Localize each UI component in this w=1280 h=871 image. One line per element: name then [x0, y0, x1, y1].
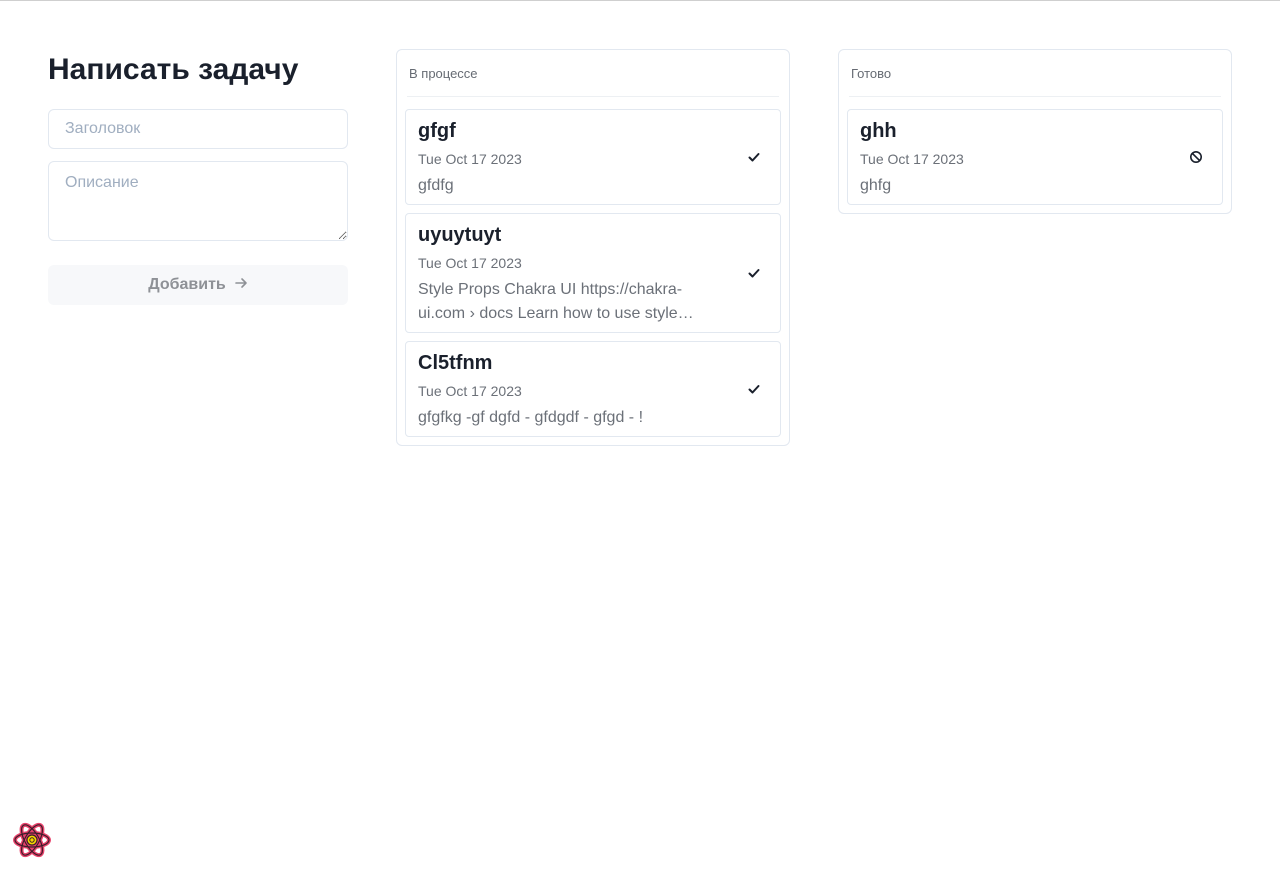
task-card[interactable]: gfgf Tue Oct 17 2023 gfdfg	[405, 109, 781, 205]
check-icon[interactable]	[744, 147, 764, 167]
task-form: Написать задачу Добавить	[48, 50, 348, 305]
task-date: Tue Oct 17 2023	[860, 151, 964, 167]
column-header: Готово	[849, 50, 1221, 97]
task-title: ghh	[860, 120, 897, 142]
title-input[interactable]	[48, 109, 348, 149]
check-icon[interactable]	[744, 263, 764, 283]
task-title: gfgf	[418, 120, 456, 142]
task-description: gfgfkg -gf dgfd - gfdgdf - gfgd - !	[418, 409, 644, 426]
task-card[interactable]: ghh Tue Oct 17 2023 ghfg	[847, 109, 1223, 205]
task-card[interactable]: Cl5tfnm Tue Oct 17 2023 gfgfkg -gf dgfd …	[405, 341, 781, 437]
check-icon[interactable]	[744, 379, 764, 399]
react-devtools-icon[interactable]	[12, 820, 52, 860]
task-title: Cl5tfnm	[418, 352, 493, 374]
column-header: В процессе	[407, 50, 779, 97]
column-done: Готово ghh Tue Oct 17 2023 ghfg	[838, 49, 1232, 214]
task-title: uyuytuyt	[418, 224, 502, 246]
task-description: ghfg	[860, 177, 892, 194]
description-textarea[interactable]	[48, 161, 348, 241]
arrow-right-icon	[234, 276, 248, 295]
column-in-progress: В процессе gfgf Tue Oct 17 2023 gfdfg uy…	[396, 49, 790, 446]
add-button[interactable]: Добавить	[48, 265, 348, 305]
task-description: gfdfg	[418, 177, 454, 194]
task-date: Tue Oct 17 2023	[418, 383, 522, 399]
top-divider	[0, 0, 1280, 1]
form-title: Написать задачу	[48, 53, 299, 86]
add-button-label: Добавить	[148, 276, 226, 293]
task-date: Tue Oct 17 2023	[418, 255, 522, 271]
task-card[interactable]: uyuytuyt Tue Oct 17 2023 Style Props Cha…	[405, 213, 781, 333]
task-description: Style Props Chakra UI https://chakra-ui.…	[418, 281, 694, 322]
block-icon[interactable]	[1186, 147, 1206, 167]
task-date: Tue Oct 17 2023	[418, 151, 522, 167]
